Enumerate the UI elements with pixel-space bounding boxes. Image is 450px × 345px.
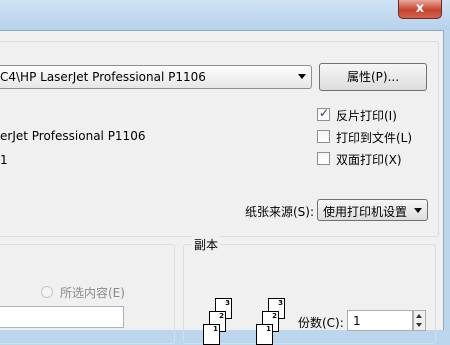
spin-up-icon[interactable]: [416, 314, 422, 318]
title-bar: x: [0, 0, 450, 30]
printer-type-value: erJet Professional P1106: [0, 129, 146, 143]
printer-name-value: C4\HP LaserJet Professional P1106: [0, 70, 206, 84]
paper-source-label: 纸张来源(S):: [245, 205, 315, 219]
paper-source-value: 使用打印机设置: [323, 205, 408, 219]
collate-page: 1: [256, 324, 273, 345]
checkmark-icon: ✓: [319, 106, 330, 120]
reverse-print-label: 反片打印(I): [336, 109, 397, 123]
print-to-file-label: 打印到文件(L): [336, 131, 413, 145]
collate-page: 1: [203, 324, 220, 345]
printer-where-value: 1: [0, 153, 8, 167]
close-icon: x: [415, 1, 425, 16]
selection-radio-label: 所选内容(E): [60, 286, 125, 300]
print-to-file-checkbox[interactable]: [317, 130, 330, 143]
selection-radio[interactable]: [41, 286, 53, 298]
spin-down-icon[interactable]: [416, 323, 422, 327]
copies-count-value: 1: [353, 314, 361, 328]
copies-count-label: 份数(C):: [298, 316, 344, 330]
paper-source-select[interactable]: 使用打印机设置: [317, 199, 428, 221]
close-button[interactable]: x: [398, 0, 442, 19]
copies-spinner[interactable]: [413, 310, 426, 331]
duplex-checkbox[interactable]: [317, 152, 330, 165]
printer-name-select[interactable]: C4\HP LaserJet Professional P1106: [0, 65, 312, 89]
properties-button[interactable]: 属性(P)...: [319, 63, 427, 91]
copies-count-input[interactable]: 1: [347, 310, 413, 331]
reverse-print-checkbox[interactable]: ✓: [317, 106, 330, 121]
properties-button-label: 属性(P)...: [346, 70, 400, 84]
chevron-down-icon: [414, 208, 422, 213]
print-dialog: C4\HP LaserJet Professional P1106 属性(P).…: [0, 30, 444, 345]
chevron-down-icon: [298, 74, 306, 79]
copies-group-title: 副本: [192, 236, 221, 253]
duplex-label: 双面打印(X): [336, 153, 402, 167]
pages-input[interactable]: [0, 306, 124, 328]
